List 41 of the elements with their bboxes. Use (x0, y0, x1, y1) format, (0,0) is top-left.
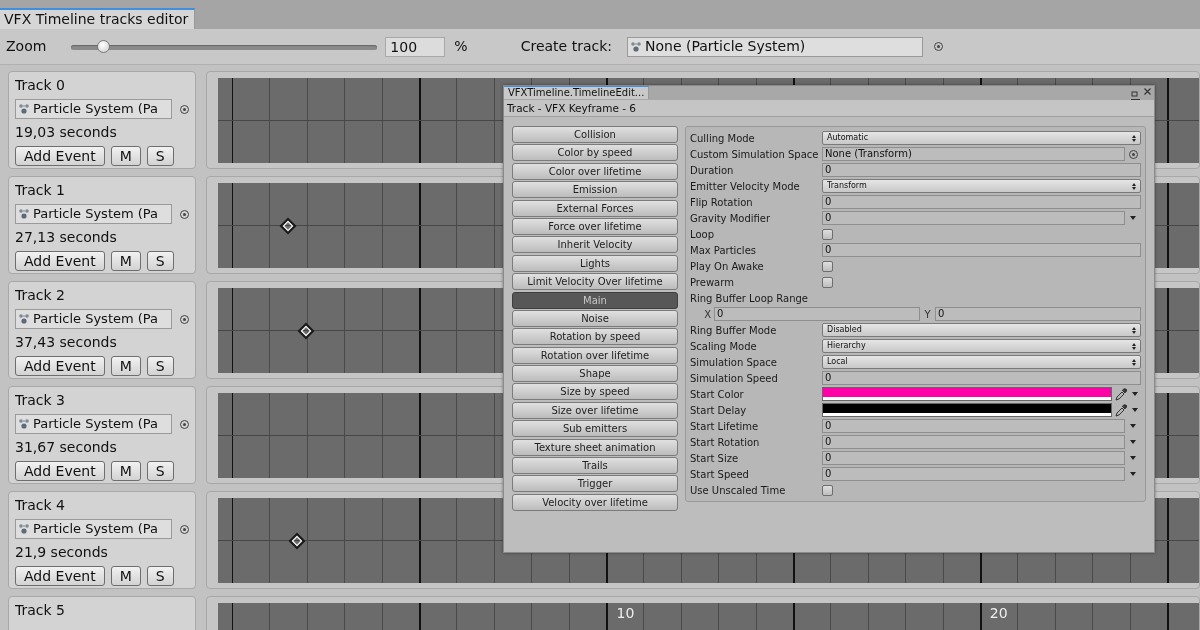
duration-text: 37,43 seconds (15, 333, 118, 352)
percent-label: % (454, 37, 468, 56)
duration-text: 19,03 seconds (15, 123, 118, 142)
property-label: Flip Rotation (690, 195, 754, 210)
track-name: Track 4 (15, 496, 66, 515)
property-label: Simulation Speed (690, 371, 779, 386)
track-name: Track 3 (15, 391, 66, 410)
property-label: Ring Buffer Mode (690, 323, 778, 338)
duration-text: 21,9 seconds (15, 543, 109, 562)
property-label: Use Unscaled Time (690, 483, 787, 498)
property-label: Start Speed (690, 467, 750, 482)
property-label: Ring Buffer Loop Range (690, 291, 809, 306)
window-title: Track - VFX Keyframe - 6 (504, 100, 1154, 117)
property-label: Start Delay (690, 403, 748, 418)
track-name: Track 5 (15, 601, 66, 620)
ruler-label: 10 (616, 605, 635, 621)
property-label: Duration (690, 163, 735, 178)
property-label: Max Particles (690, 243, 757, 258)
property-label: Loop (690, 227, 715, 242)
axis-label: Y (923, 307, 932, 322)
track-name: Track 0 (15, 76, 66, 95)
property-label: Start Lifetime (690, 419, 760, 434)
property-label: Start Size (690, 451, 740, 466)
property-label: Play On Awake (690, 259, 765, 274)
property-label: Simulation Space (690, 355, 778, 370)
duration-text: 31,67 seconds (15, 438, 118, 457)
track-name: Track 1 (15, 181, 66, 200)
track-name: Track 2 (15, 286, 66, 305)
property-label: Custom Simulation Space (690, 147, 820, 162)
property-label: Start Color (690, 387, 745, 402)
duration-text: 27,13 seconds (15, 228, 118, 247)
create-track-label: Create track: (520, 37, 612, 56)
property-label: Emitter Velocity Mode (690, 179, 801, 194)
property-label: Start Rotation (690, 435, 761, 450)
property-label: Gravity Modifier (690, 211, 772, 226)
property-label: Scaling Mode (690, 339, 758, 354)
zoom-label: Zoom (6, 37, 47, 56)
property-label: Culling Mode (690, 131, 756, 146)
property-label: Prewarm (690, 275, 735, 290)
axis-label: X (703, 307, 712, 322)
ruler-label: 20 (989, 605, 1008, 621)
